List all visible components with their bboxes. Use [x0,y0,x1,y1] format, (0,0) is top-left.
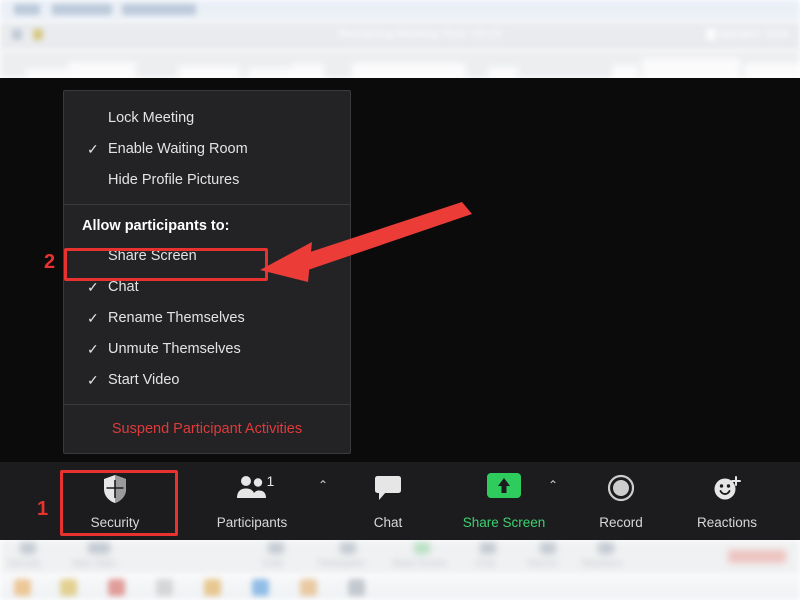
toolbar-label-participants: Participants [216,515,288,530]
toolbar-button-share-screen[interactable]: Share Screen [445,470,563,532]
ghost-label: Reactions [582,558,623,568]
menu-item-enable-waiting-room[interactable]: ✓ Enable Waiting Room [64,134,350,165]
step-marker-2: 2 [44,251,56,273]
menu-item-label: Chat [108,279,139,295]
lock-status-icon [33,29,43,40]
check-icon-enable-waiting-room: ✓ [87,141,99,157]
menu-item-unmute-themselves[interactable]: ✓ Unmute Themselves [64,334,350,365]
ghost-label: Share Screen [392,558,448,568]
shield-icon [66,474,164,504]
ghost-toolbar-blurred: Security Stop Video Invite Participants … [0,540,800,575]
allow-participants-header: Allow participants to: [82,218,230,234]
security-dropdown-menu[interactable]: Lock Meeting ✓ Enable Waiting Room Hide … [63,90,351,454]
menu-item-label: Unmute Themselves [108,341,241,357]
chat-bubble-icon [345,474,431,504]
menu-item-label: Lock Meeting [108,110,195,126]
ghost-label: Record [528,558,558,568]
toolbar-label-reactions: Reactions [696,515,758,530]
os-menubar-blurred [0,0,800,22]
chevron-up-icon-share-screen[interactable]: ⌃ [548,478,558,492]
step-marker-1: 1 [37,498,49,520]
reactions-smiley-icon [680,474,774,504]
toolbar-button-record[interactable]: Record [578,470,664,532]
participants-count-badge: 1 [266,473,275,489]
ghost-label: Chat [476,558,496,568]
check-icon-chat: ✓ [87,279,99,295]
menu-item-rename-themselves[interactable]: ✓ Rename Themselves [64,303,350,334]
menu-item-chat[interactable]: ✓ Chat [64,272,350,303]
share-screen-icon [487,473,521,498]
check-icon-start-video: ✓ [87,372,99,388]
toolbar-label-security: Security [90,515,140,530]
menu-item-label: Hide Profile Pictures [108,172,240,188]
menu-item-label: Enable Waiting Room [108,141,248,157]
ghost-leave-button [728,550,786,563]
check-icon-rename-themselves: ✓ [87,310,99,326]
toolbar-button-security[interactable]: Security [66,470,164,532]
menu-item-share-screen[interactable]: Share Screen [64,241,350,272]
check-icon-unmute-themselves: ✓ [87,341,99,357]
menu-item-hide-profile-pictures[interactable]: Hide Profile Pictures [64,165,350,196]
view-grid-icon [706,29,716,40]
record-icon [578,474,664,504]
ghost-label: Invite [262,558,284,568]
view-mode-label[interactable]: Speaker View [718,28,789,40]
toolbar-label-record: Record [599,515,643,530]
toolbar-button-participants[interactable]: 1 Participants [200,470,304,532]
shield-status-icon [12,29,22,40]
security-menu-group-top: Lock Meeting ✓ Enable Waiting Room Hide … [64,97,350,204]
participant-thumbnail-strip [0,50,800,78]
ghost-label: Participants [318,558,366,568]
toolbar-button-chat[interactable]: Chat [345,470,431,532]
participants-icon [200,474,304,504]
menu-item-label: Rename Themselves [108,310,245,326]
toolbar-button-reactions[interactable]: Reactions [680,470,774,532]
menu-item-suspend-participant-activities[interactable]: Suspend Participant Activities [64,405,350,453]
menu-item-start-video[interactable]: ✓ Start Video [64,365,350,396]
toolbar-label-share-screen: Share Screen [462,515,546,530]
chevron-up-icon-participants[interactable]: ⌃ [318,478,328,492]
toolbar-label-chat: Chat [373,515,403,530]
os-taskbar-blurred [0,575,800,600]
menu-item-label: Share Screen [108,248,197,264]
meeting-title: Remaining Meeting Time: 53:23 [338,28,503,40]
ghost-label: Security [8,558,41,568]
security-menu-group-allow: Allow participants to: Share Screen ✓ Ch… [64,205,350,404]
ghost-label: Stop Video [72,558,116,568]
menu-item-lock-meeting[interactable]: Lock Meeting [64,103,350,134]
zoom-meeting-window: Remaining Meeting Time: 53:23 Speaker Vi… [0,0,800,600]
meeting-control-toolbar: Security 1 Participants ⌃ Chat Share Scr… [0,462,800,540]
meeting-titlebar: Remaining Meeting Time: 53:23 Speaker Vi… [0,22,800,50]
menu-item-label: Start Video [108,372,180,388]
